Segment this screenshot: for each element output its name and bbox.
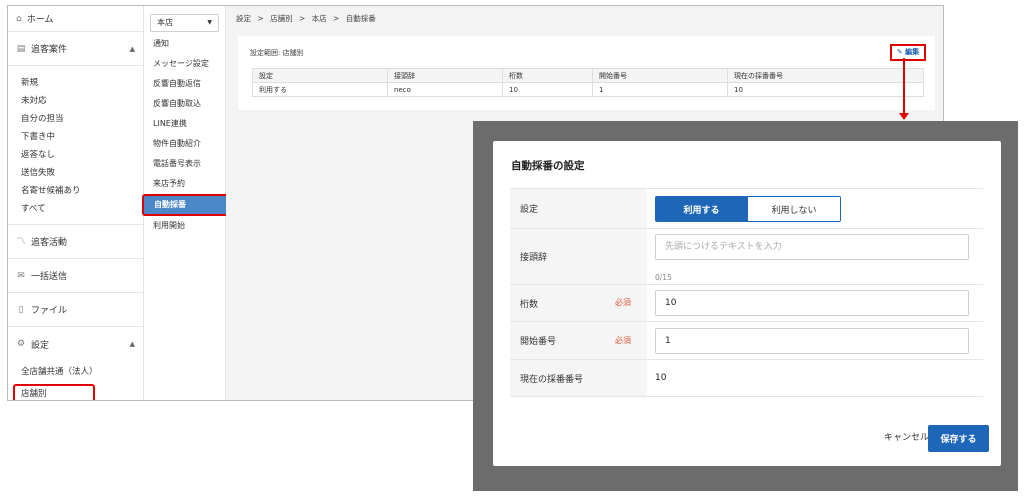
table-header: 接頭辞 — [387, 68, 503, 83]
toggle-use-button[interactable]: 利用する — [655, 196, 748, 222]
table-cell: neco — [387, 82, 503, 97]
nav-bulk-send-label: 一括送信 — [31, 272, 68, 282]
breadcrumb-item[interactable]: 店舗別 — [270, 14, 293, 23]
toggle-not-use-button[interactable]: 利用しない — [748, 196, 841, 222]
menu-item-phone[interactable]: 電話番号表示 — [144, 154, 225, 174]
table-header: 開始番号 — [592, 68, 728, 83]
usage-toggle: 利用する 利用しない — [655, 196, 841, 222]
gear-icon: ⚙ — [16, 339, 26, 349]
breadcrumb-current: 自動採番 — [345, 14, 376, 23]
current-value: 10 — [655, 373, 667, 383]
prefix-counter: 0/15 — [655, 273, 672, 282]
menu-item-notification[interactable]: 通知 — [144, 34, 225, 54]
table-cell: 利用する — [252, 82, 388, 97]
table-header: 現在の採番番号 — [727, 68, 924, 83]
store-select[interactable]: 本店 ▼ — [150, 14, 219, 32]
sidebar-item-draft[interactable]: 下書き中 — [21, 128, 143, 146]
table-header: 設定 — [252, 68, 388, 83]
breadcrumb-sep: > — [257, 14, 264, 23]
menu-item-message[interactable]: メッセージ設定 — [144, 54, 225, 74]
breadcrumb-item[interactable]: 設定 — [236, 14, 251, 23]
sidebar-item-mine[interactable]: 自分の担当 — [21, 110, 143, 128]
sidebar-item-no-reply[interactable]: 返答なし — [21, 146, 143, 164]
digits-input[interactable]: 10 — [655, 290, 969, 316]
table-cell: 10 — [727, 82, 924, 97]
nav-home[interactable]: ⌂ ホーム — [8, 6, 143, 32]
menu-item-start[interactable]: 利用開始 — [144, 216, 225, 236]
sidebar-item-merge-candidates[interactable]: 名寄せ候補あり — [21, 182, 143, 200]
list-icon: ▤ — [16, 43, 26, 54]
settings-table: 設定 接頭辞 桁数 開始番号 現在の採番番号 利用する neco 10 1 10 — [252, 68, 924, 97]
settings-sub-list: 全店舗共通（法人） 店舗別 — [8, 361, 143, 400]
current-label: 現在の採番番号 — [510, 360, 647, 396]
menu-item-line[interactable]: LINE連携 — [144, 114, 225, 134]
sidebar-item-send-failed[interactable]: 送信失敗 — [21, 164, 143, 182]
arrow-down-icon — [899, 113, 909, 120]
row-digits: 桁数 必須 10 — [510, 284, 983, 321]
sidebar-item-per-store[interactable]: 店舗別 — [13, 384, 95, 400]
nav-files[interactable]: ▯ ファイル — [8, 293, 143, 327]
edit-button-label: 編集 — [905, 48, 920, 56]
breadcrumb-item[interactable]: 本店 — [312, 14, 327, 23]
mail-icon: ✉ — [17, 270, 25, 281]
row-prefix: 接頭辞 先頭につけるテキストを入力 0/15 — [510, 228, 983, 284]
table-cell: 1 — [592, 82, 728, 97]
edit-button[interactable]: ✎ 編集 — [890, 44, 926, 61]
row-current: 現在の採番番号 10 — [510, 359, 983, 397]
chevron-up-icon: ▲ — [129, 45, 135, 53]
activity-icon: 〽 — [16, 236, 26, 247]
sidebar: ⌂ ホーム ▤ 追客案件 ▲ 新規 未対応 自分の担当 下書き中 返答なし 送信… — [8, 6, 144, 400]
menu-item-auto-reply[interactable]: 反響自動返信 — [144, 74, 225, 94]
sidebar-item-new[interactable]: 新規 — [21, 74, 143, 92]
chevron-up-icon: ▲ — [129, 340, 135, 348]
breadcrumb-sep: > — [298, 14, 306, 23]
nav-activity[interactable]: 〽 追客活動 — [8, 225, 143, 259]
menu-item-property[interactable]: 物件自動紹介 — [144, 134, 225, 154]
save-button[interactable]: 保存する — [928, 425, 989, 452]
breadcrumb-sep: > — [333, 14, 340, 23]
sidebar-item-all[interactable]: すべて — [21, 200, 143, 218]
caret-down-icon: ▼ — [207, 19, 212, 26]
settings-menu-list: 通知 メッセージ設定 反響自動返信 反響自動取込 LINE連携 物件自動紹介 電… — [142, 32, 228, 236]
settings-card: 設定範囲: 店舗別 ✎ 編集 設定 接頭辞 桁数 開始番号 現在の採番番号 利用… — [238, 36, 935, 110]
nav-settings-label: 設定 — [31, 340, 50, 351]
row-start: 開始番号 必須 1 — [510, 321, 983, 359]
connector-line — [903, 58, 905, 116]
menu-item-auto-import[interactable]: 反響自動取込 — [144, 94, 225, 114]
nav-home-label: ホーム — [26, 15, 54, 25]
scope-label: 設定範囲: 店舗別 — [250, 49, 304, 57]
home-icon: ⌂ — [16, 13, 22, 24]
table-row: 利用する neco 10 1 10 — [252, 82, 924, 97]
modal-title: 自動採番の設定 — [511, 160, 585, 172]
nav-activity-label: 追客活動 — [31, 238, 68, 248]
nav-settings[interactable]: ⚙ 設定 ▲ — [8, 327, 143, 361]
sidebar-item-unhandled[interactable]: 未対応 — [21, 92, 143, 110]
nav-files-label: ファイル — [31, 306, 68, 316]
table-header-row: 設定 接頭辞 桁数 開始番号 現在の採番番号 — [252, 68, 924, 83]
menu-item-visit[interactable]: 来店予約 — [144, 174, 225, 194]
tracking-sub-list: 新規 未対応 自分の担当 下書き中 返答なし 送信失敗 名寄せ候補あり すべて — [8, 66, 143, 225]
cancel-button[interactable]: キャンセル — [884, 430, 929, 443]
modal-overlay: 自動採番の設定 設定 利用する 利用しない 接頭辞 先頭につけるテキストを入力 … — [473, 121, 1018, 491]
nav-tracking[interactable]: ▤ 追客案件 ▲ — [8, 32, 143, 66]
nav-bulk-send[interactable]: ✉ 一括送信 — [8, 259, 143, 293]
store-select-value: 本店 — [157, 18, 173, 27]
required-badge: 必須 — [615, 336, 631, 345]
pencil-icon: ✎ — [896, 48, 903, 56]
breadcrumb: 設定 > 店舗別 > 本店 > 自動採番 — [226, 6, 943, 32]
nav-tracking-label: 追客案件 — [31, 45, 68, 55]
settings-menu: 本店 ▼ 通知 メッセージ設定 反響自動返信 反響自動取込 LINE連携 物件自… — [142, 6, 228, 400]
sidebar-item-all-stores[interactable]: 全店舗共通（法人） — [21, 363, 143, 381]
table-cell: 10 — [502, 82, 593, 97]
menu-item-auto-numbering[interactable]: 自動採番 — [142, 194, 228, 216]
file-icon: ▯ — [18, 304, 24, 315]
setting-label: 設定 — [510, 189, 647, 228]
prefix-label: 接頭辞 — [510, 229, 647, 284]
prefix-input[interactable]: 先頭につけるテキストを入力 — [655, 234, 969, 260]
row-setting: 設定 利用する 利用しない — [510, 188, 983, 228]
start-input[interactable]: 1 — [655, 328, 969, 354]
numbering-modal: 自動採番の設定 設定 利用する 利用しない 接頭辞 先頭につけるテキストを入力 … — [493, 141, 1001, 466]
table-header: 桁数 — [502, 68, 593, 83]
required-badge: 必須 — [615, 298, 631, 307]
